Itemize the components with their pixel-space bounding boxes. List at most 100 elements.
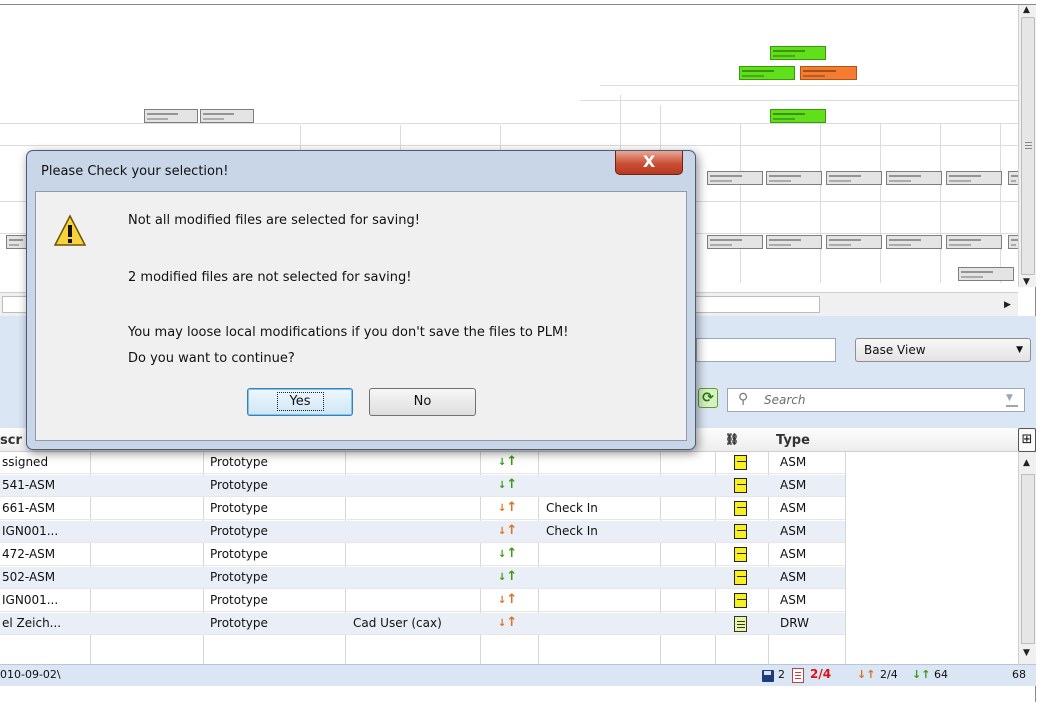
scroll-down-icon[interactable]: ▼ xyxy=(1023,277,1030,287)
cell-name: 661-ASM xyxy=(2,501,56,515)
graph-node[interactable] xyxy=(800,66,857,80)
table-row[interactable]: 661-ASM Prototype Check In ASM ↓↑ xyxy=(0,498,845,520)
graph-node[interactable] xyxy=(1008,171,1018,185)
graph-node[interactable] xyxy=(826,171,882,185)
link-icon[interactable]: ⛓ xyxy=(725,433,739,446)
cell-action: Check In xyxy=(546,501,598,515)
assembly-file-icon xyxy=(734,455,747,470)
cell-name: IGN001... xyxy=(2,524,59,538)
filter-input[interactable] xyxy=(696,338,836,362)
checkin-arrow-icon: ↓↑ xyxy=(857,668,876,681)
graph-node[interactable] xyxy=(707,171,763,185)
scroll-thumb[interactable] xyxy=(1021,17,1035,275)
column-header-description[interactable]: scr xyxy=(0,433,22,448)
dialog-title: Please Check your selection! xyxy=(41,164,229,179)
dialog-body: Not all modified files are selected for … xyxy=(35,191,687,441)
graph-node[interactable] xyxy=(200,109,254,123)
assembly-file-icon xyxy=(734,524,747,539)
message-loose-modifications: You may loose local modifications if you… xyxy=(128,325,569,340)
synced-arrow-icon: ↓↑ xyxy=(498,454,518,469)
search-input[interactable]: ⚲ Search ▼ xyxy=(727,388,1025,412)
graph-node[interactable] xyxy=(958,267,1014,281)
close-icon[interactable]: X xyxy=(615,151,683,175)
graph-connector xyxy=(1000,123,1001,283)
cell-name: 502-ASM xyxy=(2,570,56,584)
graph-node[interactable] xyxy=(770,46,826,60)
grip-line xyxy=(1025,142,1032,143)
search-icon: ⚲ xyxy=(738,391,749,407)
graph-node[interactable] xyxy=(144,109,198,123)
cell-status: Prototype xyxy=(210,547,268,561)
graph-connector xyxy=(880,123,881,283)
message-not-all-selected: Not all modified files are selected for … xyxy=(128,213,420,228)
graph-connector xyxy=(0,145,1018,146)
cell-name: ssigned xyxy=(2,455,49,469)
cell-type: ASM xyxy=(780,478,807,492)
cell-name: el Zeich... xyxy=(2,616,62,630)
cell-type: ASM xyxy=(780,570,807,584)
drawing-file-icon xyxy=(734,616,747,632)
cell-status: Prototype xyxy=(210,616,268,630)
status-path: 010-09-02\ xyxy=(0,668,61,681)
message-continue-question: Do you want to continue? xyxy=(128,351,295,366)
graph-node[interactable] xyxy=(946,235,1002,249)
graph-vertical-scrollbar[interactable]: ▲ ▼ xyxy=(1018,5,1036,287)
graph-node[interactable] xyxy=(739,66,795,80)
search-options-icon[interactable]: ▼ xyxy=(1006,393,1018,407)
modified-arrow-icon: ↓↑ xyxy=(498,500,518,515)
warning-icon xyxy=(53,214,87,246)
table-row[interactable]: IGN001... Prototype Check In ASM ↓↑ xyxy=(0,521,845,543)
graph-connector xyxy=(600,85,1018,86)
refresh-icon[interactable]: ⟳ xyxy=(698,388,718,408)
cell-name: IGN001... xyxy=(2,593,59,607)
synced-arrow-icon: ↓↑ xyxy=(498,477,518,492)
column-header-type[interactable]: Type xyxy=(776,433,810,448)
yes-button[interactable]: Yes xyxy=(247,388,353,416)
table-row[interactable]: 541-ASM Prototype ASM ↓↑ xyxy=(0,475,845,497)
graph-node[interactable] xyxy=(766,235,822,249)
assembly-file-icon xyxy=(734,547,747,562)
assembly-file-icon xyxy=(734,570,747,585)
cell-type: ASM xyxy=(780,524,807,538)
graph-node[interactable] xyxy=(946,171,1002,185)
uptodate-arrow-icon: ↓↑ xyxy=(912,668,931,681)
graph-node[interactable] xyxy=(766,171,822,185)
column-divider xyxy=(845,452,846,665)
cell-type: ASM xyxy=(780,593,807,607)
graph-node[interactable] xyxy=(826,235,882,249)
saved-count: 2 xyxy=(778,668,785,681)
graph-node[interactable] xyxy=(770,109,826,123)
cell-status: Prototype xyxy=(210,524,268,538)
total-count: 68 xyxy=(1012,668,1026,681)
scroll-down-icon[interactable]: ▼ xyxy=(1023,648,1030,658)
graph-node[interactable] xyxy=(707,235,763,249)
table-row[interactable]: 502-ASM Prototype ASM ↓↑ xyxy=(0,567,845,589)
no-button[interactable]: No xyxy=(369,388,476,416)
table-row[interactable]: ssigned Prototype ASM ↓↑ xyxy=(0,452,845,474)
view-select[interactable]: Base View ▼ xyxy=(855,338,1031,362)
graph-node[interactable] xyxy=(886,171,942,185)
modified-document-icon xyxy=(792,668,804,683)
scroll-thumb[interactable] xyxy=(1021,474,1035,644)
checkin-count: 2/4 xyxy=(880,668,898,681)
table-row[interactable]: el Zeich... Prototype Cad User (cax) DRW ↓↑ xyxy=(0,613,845,635)
graph-node[interactable] xyxy=(886,235,942,249)
modified-arrow-icon: ↓↑ xyxy=(498,615,518,630)
graph-node[interactable] xyxy=(1008,235,1018,249)
scroll-right-icon[interactable]: ▶ xyxy=(1004,300,1011,310)
assembly-file-icon xyxy=(734,478,747,493)
cell-type: ASM xyxy=(780,547,807,561)
cell-owner: Cad User (cax) xyxy=(353,616,442,630)
table-vertical-scrollbar[interactable]: ▲ ▼ xyxy=(1018,452,1036,664)
assembly-file-icon xyxy=(734,501,747,516)
scroll-up-icon[interactable]: ▲ xyxy=(1023,458,1030,468)
cell-status: Prototype xyxy=(210,501,268,515)
selection-warning-dialog: Please Check your selection! X Not all m… xyxy=(26,150,696,450)
synced-arrow-icon: ↓↑ xyxy=(498,569,518,584)
column-chooser-icon[interactable]: ⊞ xyxy=(1018,428,1036,452)
scroll-up-icon[interactable]: ▲ xyxy=(1023,5,1030,15)
table-row[interactable]: IGN001... Prototype ASM ↓↑ xyxy=(0,590,845,612)
modified-count: 2/4 xyxy=(810,667,832,681)
save-icon xyxy=(762,670,774,682)
table-row[interactable]: 472-ASM Prototype ASM ↓↑ xyxy=(0,544,845,566)
